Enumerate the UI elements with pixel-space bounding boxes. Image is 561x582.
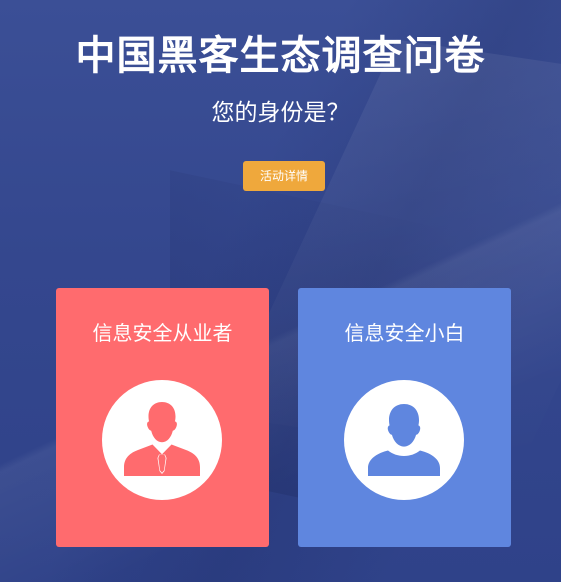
survey-landing-page: 中国黑客生态调查问卷 您的身份是？ 活动详情 信息安全从业者 信息安全小白: [0, 0, 561, 582]
activity-details-button[interactable]: 活动详情: [243, 161, 325, 191]
user-icon: [368, 404, 440, 476]
page-title: 中国黑客生态调查问卷: [75, 33, 486, 79]
avatar: [102, 380, 222, 500]
identity-card-professional[interactable]: 信息安全从业者: [56, 288, 269, 547]
professional-user-icon: [124, 402, 200, 476]
identity-card-label: 信息安全从业者: [92, 321, 233, 345]
page-subtitle: 您的身份是？: [211, 100, 350, 126]
identity-card-newbie[interactable]: 信息安全小白: [298, 288, 511, 547]
avatar: [344, 380, 464, 500]
identity-card-label: 信息安全小白: [344, 321, 465, 345]
